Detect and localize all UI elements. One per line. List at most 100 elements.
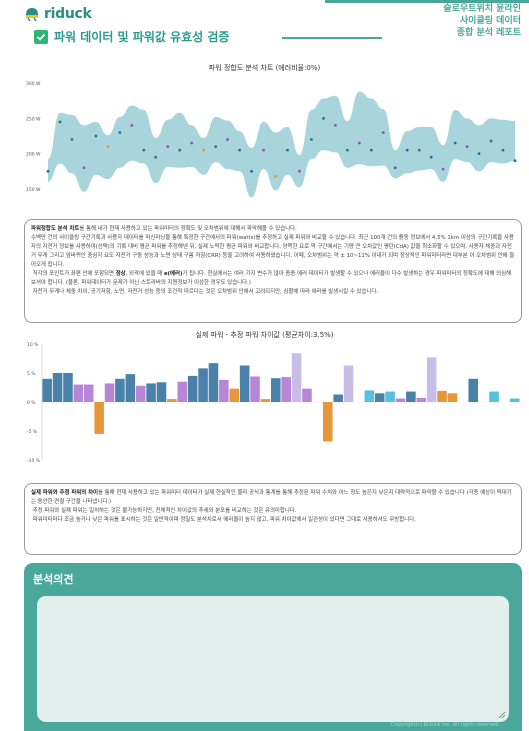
- data-point: [333, 124, 337, 127]
- bar: [52, 373, 63, 402]
- data-point: [58, 120, 62, 124]
- data-point: [166, 145, 170, 148]
- bar: [468, 378, 479, 402]
- note-highlight: 정상: [115, 271, 126, 277]
- power-consistency-chart: 300 W 250 W 200 W 150 W: [26, 81, 517, 198]
- data-point: [286, 148, 289, 152]
- title-underline: [282, 37, 382, 39]
- data-point: [298, 169, 301, 173]
- data-point: [441, 167, 445, 171]
- data-point: [250, 169, 253, 173]
- bar: [385, 391, 395, 402]
- bar: [177, 381, 188, 402]
- data-point: [130, 124, 134, 127]
- data-point: [513, 159, 517, 163]
- data-point: [489, 139, 493, 143]
- bar: [73, 384, 84, 402]
- bar: [260, 399, 271, 402]
- bar: [489, 391, 499, 402]
- bar: [322, 402, 333, 442]
- opinion-textarea[interactable]: [37, 596, 509, 722]
- analysis-opinion-panel: 분석의견 Copyright(c) Riduck Inc. All rights…: [24, 563, 522, 731]
- note-text: , 외곽에 있을 때: [125, 271, 164, 277]
- y-tick-label: 200 W: [26, 152, 41, 158]
- data-point: [274, 174, 277, 178]
- bar: [187, 375, 198, 402]
- data-point: [118, 131, 122, 134]
- power-difference-bar-chart: 10 % 5 % 0 % -5 % -10 %: [27, 342, 520, 464]
- bar: [156, 382, 167, 402]
- y-tick-label: 250 W: [26, 116, 41, 122]
- bar: [104, 383, 115, 402]
- y-tick-label: -10 %: [27, 458, 41, 464]
- page-title: 파워 데이터 및 파워값 유효성 검증: [54, 30, 230, 44]
- bar: [437, 390, 447, 402]
- data-point: [94, 134, 98, 138]
- note-text: 를 통해 내가 현재 사용하고 있는 파워미터의 정확도 및 오차범위에 대해서…: [79, 226, 297, 232]
- bar: [333, 394, 343, 402]
- data-point: [501, 148, 505, 152]
- report-meta: 슬로우트위치 윤라인 사이클링 데이터 종합 분석 레포트: [443, 3, 521, 39]
- bar: [281, 377, 291, 402]
- note-text: 직각의 포인트가 좌편 안에 포함되면: [32, 271, 116, 277]
- tolerance-band: [48, 91, 515, 198]
- data-point: [429, 155, 433, 159]
- bar: [426, 357, 437, 402]
- data-point: [477, 152, 481, 156]
- report-meta-line: 종합 분석 레포트: [456, 28, 521, 38]
- data-point: [322, 116, 325, 120]
- bar: [198, 368, 208, 402]
- bar: [167, 399, 177, 402]
- data-point: [154, 155, 158, 159]
- opinion-title: 분석의견: [33, 573, 74, 586]
- bar: [229, 388, 240, 402]
- duck-logo-icon: [26, 8, 38, 22]
- y-tick-label: -5 %: [27, 429, 38, 435]
- report-meta-line: 슬로우트위치 윤라인: [443, 4, 521, 14]
- copyright-text: Copyright(c) Riduck Inc. All rights rese…: [391, 722, 500, 728]
- data-point: [202, 148, 206, 152]
- bar: [125, 374, 136, 402]
- report-meta-line: 사이클링 데이터: [459, 16, 521, 26]
- bar: [42, 378, 52, 402]
- note-highlight: e(에러): [163, 271, 183, 277]
- y-tick-label: 300 W: [26, 81, 41, 87]
- note-text: 수백만 건의 사이클링 구간기록과 사용자 데이터를 머신러닝을 통해 특정한 …: [31, 235, 515, 268]
- data-point: [417, 148, 421, 152]
- logo-text: riduck: [44, 6, 92, 22]
- bar: [250, 376, 260, 402]
- note-text: 를 통해 현재 사용하고 있는 파워미터 데이터가 실제 현실적인 물리 공식과…: [31, 490, 512, 505]
- data-point: [369, 148, 373, 152]
- bar: [302, 388, 312, 402]
- y-tick-label: 150 W: [26, 187, 41, 193]
- bar: [406, 391, 416, 402]
- data-point: [405, 148, 409, 152]
- data-point: [106, 145, 110, 148]
- data-point: [393, 166, 397, 170]
- data-point: [226, 138, 230, 141]
- resize-handle-icon[interactable]: [498, 711, 506, 719]
- bar: [146, 383, 156, 402]
- checkbox-checked-icon: [34, 29, 48, 44]
- bar: [364, 390, 375, 402]
- bar: [208, 363, 219, 402]
- data-point: [46, 169, 50, 173]
- y-tick-label: 10 %: [27, 342, 39, 348]
- explanation-box-2: 실제 파워와 추정 파워의 차이를 통해 현재 사용하고 있는 파워미터 데이터…: [24, 483, 522, 555]
- data-point: [345, 148, 349, 152]
- data-point: [357, 141, 361, 145]
- section-header: 파워 데이터 및 파워값 유효성 검증: [34, 28, 229, 45]
- riduck-logo[interactable]: riduck: [24, 5, 92, 23]
- bar: [374, 393, 385, 402]
- data-point: [142, 148, 146, 152]
- bar: [271, 378, 281, 402]
- data-point: [453, 141, 457, 145]
- note-text: 파워미터마다 조금 높거나 낮은 파워를 표시하는 것은 일반적이며 정밀도 분…: [32, 517, 416, 523]
- data-point: [190, 141, 194, 145]
- bar: [83, 384, 94, 402]
- bar: [63, 373, 73, 402]
- bar: [447, 393, 458, 402]
- note-lead: 파워정합도 분석 차트: [31, 226, 80, 232]
- bar: [219, 379, 229, 402]
- data-point: [262, 148, 265, 152]
